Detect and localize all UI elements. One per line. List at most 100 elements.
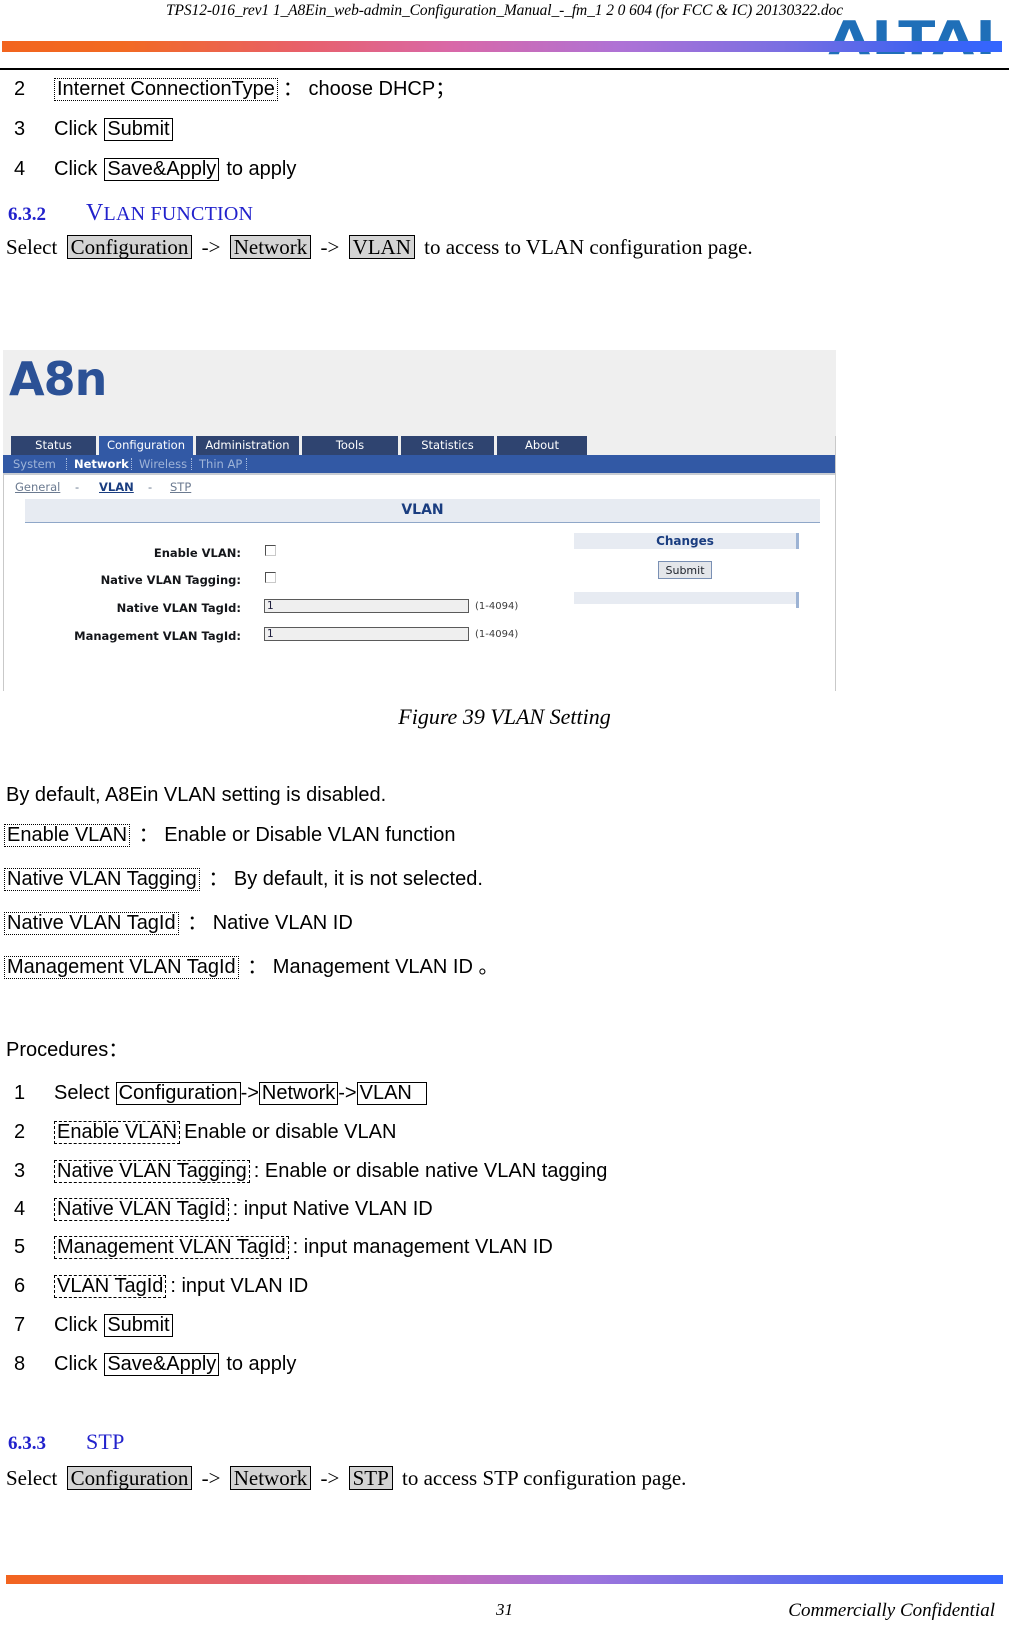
step-lead: Click xyxy=(54,1314,98,1336)
tab-tools[interactable]: Tools xyxy=(302,436,398,455)
subnav-item-wireless[interactable]: Wireless xyxy=(139,456,187,472)
device-brand-logo: A8n xyxy=(9,352,107,406)
procedures-heading: Procedures： xyxy=(6,1039,129,1061)
arrow: -> xyxy=(320,1466,340,1490)
step-lead: Click xyxy=(54,118,98,140)
nav-token-configuration: Configuration xyxy=(66,1466,193,1491)
subnav-item-network[interactable]: Network xyxy=(74,456,129,472)
button-token-save-apply: Save&Apply xyxy=(104,158,220,181)
description-item: Management VLAN TagId ： Management VLAN … xyxy=(4,956,498,979)
section-title: STP xyxy=(86,1429,125,1454)
arrow: -> xyxy=(320,235,340,259)
list-item: 1 Select Configuration -> Network -> VLA… xyxy=(14,1082,427,1105)
description-item: Native VLAN Tagging ： By default, it is … xyxy=(4,868,483,891)
section-heading-632: 6.3.2 VLAN FUNCTION xyxy=(8,200,253,227)
step-text: : input Native VLAN ID xyxy=(232,1198,433,1220)
button-token-submit: Submit xyxy=(104,118,173,141)
intro-tail: to access to VLAN configuration page. xyxy=(424,235,753,259)
nav-token-vlan: VLAN xyxy=(348,235,415,260)
vlan-intro-sentence: Select Configuration -> Network -> VLAN … xyxy=(6,235,753,260)
button-token-save-apply: Save&Apply xyxy=(104,1353,220,1376)
intro-lead: Select xyxy=(6,1466,58,1490)
breadcrumb-stp[interactable]: STP xyxy=(170,480,191,494)
hint-native-vlan-tagid: (1-4094) xyxy=(475,601,519,612)
step-number: 2 xyxy=(14,1121,26,1143)
section-title: VLAN FUNCTION xyxy=(86,200,254,226)
description-text: ： Enable or Disable VLAN function xyxy=(138,824,456,846)
description-text: ： Management VLAN ID 。 xyxy=(247,956,499,978)
subnav-item-system[interactable]: System xyxy=(13,456,56,472)
description-item: Enable VLAN ： Enable or Disable VLAN fun… xyxy=(4,824,455,847)
confidentiality-notice: Commercially Confidential xyxy=(788,1600,995,1621)
breadcrumb-general[interactable]: General xyxy=(15,480,60,494)
tab-status[interactable]: Status xyxy=(11,436,96,455)
tab-configuration[interactable]: Configuration xyxy=(99,436,193,455)
step-number: 4 xyxy=(14,158,26,180)
nav-token-network: Network xyxy=(229,235,312,260)
step-number: 1 xyxy=(14,1082,26,1104)
intro-lead: Select xyxy=(6,235,58,259)
input-management-vlan-tagid[interactable]: 1 xyxy=(264,627,469,641)
nav-token-vlan: VLAN xyxy=(356,1082,427,1105)
field-token-native-vlan-tagid: Native VLAN TagId xyxy=(4,912,179,935)
arrow: -> xyxy=(240,1082,259,1104)
stp-intro-sentence: Select Configuration -> Network -> STP t… xyxy=(6,1466,686,1491)
input-native-vlan-tagid[interactable]: 1 xyxy=(264,599,469,613)
label-enable-vlan: Enable VLAN: xyxy=(153,546,241,560)
step-number: 3 xyxy=(14,118,26,140)
field-token-management-vlan-tagid: Management VLAN TagId xyxy=(4,956,239,979)
subnav-separator xyxy=(191,458,193,470)
section-number: 6.3.2 xyxy=(8,204,46,225)
step-text: ： choose DHCP； xyxy=(282,78,456,100)
button-token-submit: Submit xyxy=(104,1314,173,1337)
section-heading-633: 6.3.3 STP xyxy=(8,1429,125,1455)
list-item: 6 VLAN TagId : input VLAN ID xyxy=(14,1275,308,1298)
nav-token-stp: STP xyxy=(348,1466,393,1491)
step-text: to apply xyxy=(226,1353,297,1375)
nav-token-network: Network xyxy=(258,1082,339,1105)
list-item: 3 Native VLAN Tagging : Enable or disabl… xyxy=(14,1160,607,1183)
tab-administration[interactable]: Administration xyxy=(196,436,299,455)
step-number: 4 xyxy=(14,1198,26,1220)
label-native-vlan-tagging: Native VLAN Tagging: xyxy=(100,573,241,587)
screenshot-body: General - VLAN - STP VLAN Enable VLAN: N… xyxy=(3,473,836,691)
list-item: 5 Management VLAN TagId : input manageme… xyxy=(14,1236,553,1259)
screenshot-left-border xyxy=(3,473,4,691)
tab-about[interactable]: About xyxy=(497,436,587,455)
breadcrumb-separator: - xyxy=(148,480,153,494)
field-token-native-vlan-tagging: Native VLAN Tagging xyxy=(54,1160,250,1183)
breadcrumb-vlan[interactable]: VLAN xyxy=(99,480,134,494)
subnav-item-thin-ap[interactable]: Thin AP xyxy=(199,456,242,472)
tab-statistics[interactable]: Statistics xyxy=(401,436,494,455)
step-number: 8 xyxy=(14,1353,26,1375)
section-number: 6.3.3 xyxy=(8,1433,46,1454)
nav-token-network: Network xyxy=(229,1466,312,1491)
arrow: -> xyxy=(338,1082,357,1104)
field-token-enable-vlan: Enable VLAN xyxy=(54,1121,181,1144)
list-item: 7 Click Submit xyxy=(14,1314,173,1337)
step-number: 7 xyxy=(14,1314,26,1336)
footer-gradient-bar xyxy=(6,1575,1003,1584)
panel-title-vlan: VLAN xyxy=(25,499,820,523)
hint-management-vlan-tagid: (1-4094) xyxy=(475,629,519,640)
field-token-vlan-tagid: VLAN TagId xyxy=(54,1275,167,1298)
list-item: 4 Native VLAN TagId : input Native VLAN … xyxy=(14,1198,433,1221)
field-token-native-vlan-tagging: Native VLAN Tagging xyxy=(4,868,200,891)
step-text: Enable or disable VLAN xyxy=(184,1121,397,1143)
checkbox-native-vlan-tagging[interactable] xyxy=(265,572,276,583)
description-item: Native VLAN TagId ： Native VLAN ID xyxy=(4,912,353,935)
checkbox-enable-vlan[interactable] xyxy=(265,545,276,556)
field-token-native-vlan-tagid: Native VLAN TagId xyxy=(54,1198,229,1221)
description-text: ： By default, it is not selected. xyxy=(208,868,483,890)
list-item: 2 Enable VLAN Enable or disable VLAN xyxy=(14,1121,396,1144)
submit-button[interactable]: Submit xyxy=(658,561,712,579)
list-item: 4 Click Save&Apply to apply xyxy=(14,158,296,181)
altai-logo: ALTAI xyxy=(828,11,997,65)
step-text: : input VLAN ID xyxy=(170,1275,309,1297)
changes-panel-footer xyxy=(574,592,799,608)
step-lead: Click xyxy=(54,1353,98,1375)
label-native-vlan-tagid: Native VLAN TagId: xyxy=(116,601,241,615)
list-item: 2 Internet ConnectionType ： choose DHCP； xyxy=(14,78,455,101)
arrow: -> xyxy=(201,235,221,259)
changes-panel-header: Changes xyxy=(574,533,799,549)
